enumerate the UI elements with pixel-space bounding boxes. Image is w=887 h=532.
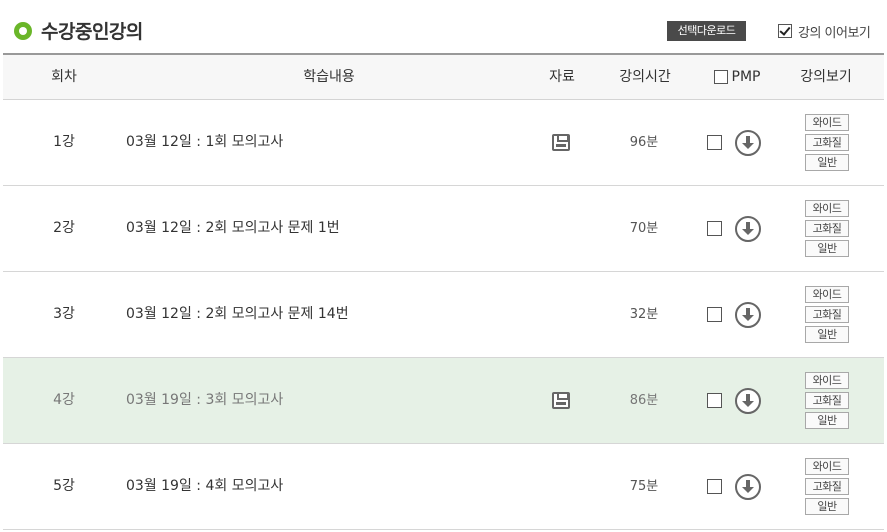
table-body: 1강 03월 12일 : 1회 모의고사 96분 와이드 고화질 일반 2강 03월 12일 … — [3, 100, 884, 530]
lecture-title[interactable]: 03월 19일 : 3회 모의고사 — [126, 358, 526, 443]
col-header-content: 학습내용 — [303, 69, 355, 85]
lecture-duration: 70분 — [629, 221, 659, 236]
view-normal-button[interactable]: 일반 — [805, 240, 849, 257]
pmp-checkbox[interactable] — [707, 307, 722, 322]
lecture-number: 5강 — [53, 478, 75, 494]
pmp-checkbox[interactable] — [707, 221, 722, 236]
lecture-duration: 75분 — [629, 479, 659, 494]
continue-watching-toggle[interactable]: 강의 이어보기 — [778, 22, 871, 41]
pmp-checkbox[interactable] — [707, 393, 722, 408]
view-hd-button[interactable]: 고화질 — [805, 134, 849, 151]
lecture-title[interactable]: 03월 12일 : 1회 모의고사 — [126, 100, 526, 185]
pmp-select-all-checkbox[interactable] — [713, 70, 728, 84]
download-arrow-icon[interactable] — [735, 302, 761, 328]
view-options: 와이드고화질일반 — [805, 372, 851, 432]
view-hd-button[interactable]: 고화질 — [805, 220, 849, 237]
pmp-cell — [707, 100, 767, 185]
view-hd-button[interactable]: 고화질 — [805, 392, 849, 409]
material-cell — [552, 272, 572, 357]
view-wide-button[interactable]: 와이드 — [805, 458, 849, 475]
lecture-header: 수강중인강의 선택다운로드 강의 이어보기 — [0, 0, 887, 54]
pmp-cell — [707, 444, 767, 529]
table-row: 2강 03월 12일 : 2회 모의고사 문제 1번 70분 와이드고화질일반 — [3, 186, 884, 272]
pmp-cell — [707, 272, 767, 357]
col-header-num: 회차 — [51, 69, 77, 85]
pmp-checkbox[interactable] — [707, 135, 722, 150]
continue-watching-label: 강의 이어보기 — [798, 25, 871, 41]
col-header-material: 자료 — [549, 69, 575, 85]
view-normal-button[interactable]: 일반 — [805, 412, 849, 429]
col-header-view: 강의보기 — [800, 69, 852, 85]
view-options: 와이드고화질일반 — [805, 200, 851, 260]
pmp-cell — [707, 358, 767, 443]
pmp-checkbox[interactable] — [707, 479, 722, 494]
material-cell — [552, 100, 572, 185]
lecture-title[interactable]: 03월 19일 : 4회 모의고사 — [126, 444, 526, 529]
save-disk-icon[interactable] — [552, 134, 570, 151]
download-arrow-icon[interactable] — [735, 388, 761, 414]
view-hd-button[interactable]: 고화질 — [805, 478, 849, 495]
pmp-cell — [707, 186, 767, 271]
view-normal-button[interactable]: 일반 — [805, 154, 849, 171]
download-arrow-icon[interactable] — [735, 130, 761, 156]
view-hd-button[interactable]: 고화질 — [805, 306, 849, 323]
view-options: 와이드고화질일반 — [805, 458, 851, 518]
lecture-duration: 96분 — [629, 135, 659, 150]
download-arrow-icon[interactable] — [735, 216, 761, 242]
material-cell — [552, 358, 572, 443]
lecture-title[interactable]: 03월 12일 : 2회 모의고사 문제 14번 — [126, 272, 526, 357]
lecture-title[interactable]: 03월 12일 : 2회 모의고사 문제 1번 — [126, 186, 526, 271]
material-cell — [552, 186, 572, 271]
lecture-number: 4강 — [53, 392, 75, 408]
view-wide-button[interactable]: 와이드 — [805, 286, 849, 303]
lecture-number: 2강 — [53, 220, 75, 236]
col-header-pmp-label: PMP — [731, 69, 761, 85]
view-wide-button[interactable]: 와이드 — [805, 200, 849, 217]
table-row: 3강 03월 12일 : 2회 모의고사 문제 14번 32분 와이드고화질일반 — [3, 272, 884, 358]
download-arrow-icon[interactable] — [735, 474, 761, 500]
selected-download-button[interactable]: 선택다운로드 — [667, 21, 746, 41]
title-bullet-icon — [14, 22, 32, 40]
col-header-time: 강의시간 — [619, 69, 671, 85]
view-normal-button[interactable]: 일반 — [805, 498, 849, 515]
save-disk-icon[interactable] — [552, 392, 570, 409]
continue-watching-checkbox[interactable] — [778, 24, 792, 38]
lecture-number: 3강 — [53, 306, 75, 322]
lecture-table: 회차 학습내용 자료 강의시간 PMP 강의보기 1강 03월 12일 : 1회 … — [3, 53, 884, 530]
material-cell — [552, 444, 572, 529]
view-normal-button[interactable]: 일반 — [805, 326, 849, 343]
view-wide-button[interactable]: 와이드 — [805, 372, 849, 389]
table-header: 회차 학습내용 자료 강의시간 PMP 강의보기 — [3, 53, 884, 100]
view-options: 와이드고화질일반 — [805, 286, 851, 346]
table-row: 5강 03월 19일 : 4회 모의고사 75분 와이드고화질일반 — [3, 444, 884, 530]
view-wide-button[interactable]: 와이드 — [805, 114, 849, 131]
view-options: 와이드고화질일반 — [805, 114, 851, 174]
table-row: 4강 03월 19일 : 3회 모의고사 86분 와이드고화질일반 — [3, 358, 884, 444]
col-header-pmp: PMP — [705, 55, 769, 100]
lecture-duration: 32분 — [629, 307, 659, 322]
lecture-duration: 86분 — [629, 393, 659, 408]
table-row: 1강 03월 12일 : 1회 모의고사 96분 와이드고화질일반 — [3, 100, 884, 186]
lecture-number: 1강 — [53, 134, 75, 150]
page-title: 수강중인강의 — [41, 21, 143, 43]
